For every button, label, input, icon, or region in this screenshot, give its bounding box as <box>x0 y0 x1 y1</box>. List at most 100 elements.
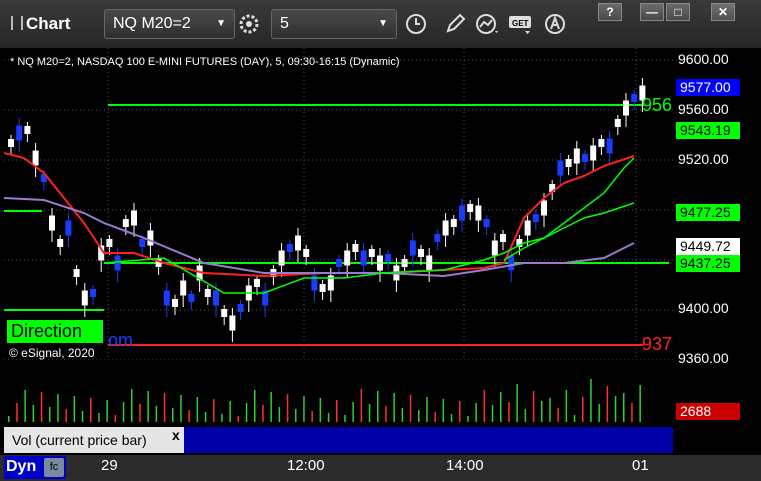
candle-body <box>237 304 244 312</box>
volume-label-box: Vol (current price bar) x <box>4 427 184 453</box>
volume-pane[interactable] <box>4 365 674 425</box>
study-icon[interactable] <box>473 9 503 39</box>
candle-body <box>590 145 597 161</box>
candle-body <box>24 126 31 134</box>
volume-bar <box>557 408 559 422</box>
volume-bar <box>90 398 92 422</box>
chevron-down-icon[interactable]: ▼ <box>378 10 388 38</box>
price-label: 9400.00 <box>678 300 729 316</box>
volume-bar <box>606 386 609 422</box>
candle-body <box>442 220 449 236</box>
volume-bar <box>172 408 174 422</box>
candle-body <box>114 255 121 271</box>
volume-bar <box>204 412 207 422</box>
volume-bar <box>565 390 568 422</box>
symbol-input[interactable]: NQ M20=2 ▼ <box>104 9 235 39</box>
clock-icon[interactable] <box>401 9 431 39</box>
time-label: 12:00 <box>287 457 325 474</box>
get-icon[interactable]: GET <box>506 9 536 39</box>
volume-bar <box>303 396 305 422</box>
volume-bar <box>385 406 387 422</box>
candle-body <box>532 214 539 222</box>
candle-body <box>49 215 55 231</box>
settings-icon[interactable] <box>234 9 264 39</box>
candle-body <box>582 154 588 162</box>
close-button[interactable]: ✕ <box>711 3 735 21</box>
volume-bar <box>319 398 322 422</box>
pencil-icon[interactable] <box>440 9 470 39</box>
volume-bar <box>500 392 502 422</box>
volume-bar <box>614 396 617 422</box>
candle-body <box>65 220 72 236</box>
candle-body <box>598 139 605 147</box>
volume-bar <box>459 401 461 422</box>
chart-header: * NQ M20=2, NASDAQ 100 E-MINI FUTURES (D… <box>10 56 400 68</box>
candle-body <box>385 254 392 262</box>
volume-bar <box>295 409 297 422</box>
volume-bar <box>426 397 428 422</box>
candle-body <box>450 219 457 227</box>
close-icon[interactable]: x <box>172 427 180 443</box>
candle-body <box>139 239 146 247</box>
candle-body <box>254 279 260 287</box>
price-label: 9360.00 <box>678 350 729 366</box>
candle-body <box>467 204 474 212</box>
candle-body <box>475 205 482 221</box>
time-label: 29 <box>101 457 118 474</box>
candle-body <box>426 255 433 271</box>
candle-body <box>172 299 178 307</box>
volume-bar <box>491 405 494 422</box>
volume-bar <box>409 395 412 422</box>
volume-bar <box>24 390 26 422</box>
volume-bar <box>582 397 584 422</box>
candle-body <box>344 250 351 266</box>
volume-bar <box>221 414 223 422</box>
volume-bar <box>16 403 18 422</box>
dynamic-scale-icon[interactable]: fc <box>44 458 64 477</box>
interval-input[interactable]: 5 ▼ <box>271 9 397 39</box>
volume-bar <box>623 393 625 422</box>
candle-body <box>541 200 547 216</box>
candle-body <box>303 249 310 257</box>
candle-body <box>229 315 236 331</box>
candle-body <box>614 119 621 127</box>
ma-price-tag: 9543.19 <box>676 122 740 139</box>
candle-body <box>295 235 301 251</box>
candle-body <box>57 239 64 247</box>
chevron-down-icon[interactable]: ▼ <box>216 10 226 38</box>
candle-body <box>557 160 564 176</box>
volume-bar <box>377 391 379 422</box>
maximize-button[interactable]: □ <box>666 3 690 21</box>
volume-canvas <box>8 379 641 422</box>
candle-body <box>147 230 154 246</box>
candle-body <box>221 309 228 317</box>
candle-body <box>565 159 572 167</box>
volume-bar <box>8 416 10 422</box>
candle-body <box>360 250 367 266</box>
ma-purple <box>3 197 635 278</box>
candle-body <box>336 259 342 267</box>
volume-bar <box>532 391 535 422</box>
grip-icon[interactable] <box>11 16 23 30</box>
price-chart[interactable] <box>3 48 674 361</box>
help-button[interactable]: ? <box>598 3 622 21</box>
candle-body <box>8 139 14 147</box>
volume-bar <box>631 403 633 422</box>
candle-body <box>278 250 285 266</box>
drawing-icon[interactable] <box>540 9 570 39</box>
ma-price-tag: 9449.72 <box>676 238 740 255</box>
last-price-tag: 9577.00 <box>676 79 740 96</box>
volume-bar <box>180 395 182 422</box>
candle-body <box>163 290 170 306</box>
candle-body <box>319 284 326 292</box>
volume-bar <box>106 400 108 422</box>
volume-bar <box>344 415 346 422</box>
candle-body <box>377 255 383 271</box>
volume-bar <box>98 413 100 422</box>
candle-body <box>623 100 629 116</box>
candle-body <box>418 249 424 257</box>
volume-tag: 2688 <box>676 403 740 420</box>
time-label: 01 <box>632 457 649 474</box>
minimize-button[interactable]: — <box>640 3 664 21</box>
chart-canvas <box>3 48 674 361</box>
